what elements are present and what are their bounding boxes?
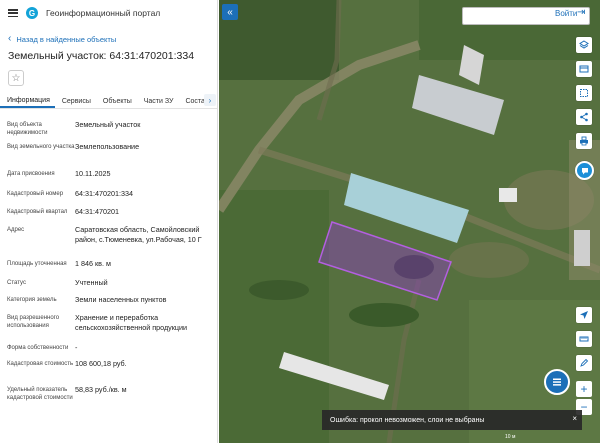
login-button[interactable]: Войти [555, 9, 577, 18]
chat-icon[interactable] [575, 161, 594, 180]
property-value: 108 600,18 руб. [75, 359, 127, 368]
property-label: Вид земельного участка [7, 144, 75, 150]
select-area-icon[interactable] [576, 85, 592, 101]
page-title: Земельный участок: 64:31:470201:334 [8, 50, 195, 62]
top-bar: G Геоинформационный портал [0, 0, 217, 26]
tab-objects[interactable]: Объекты [96, 98, 137, 108]
property-value: Землепользование [75, 142, 140, 151]
basemap-icon[interactable] [576, 61, 592, 77]
property-row: Категория земель Земли населенных пункто… [0, 293, 217, 311]
property-row: Дата присвоения 10.11.2025 [0, 167, 217, 187]
property-row: Вид разрешенного использования Хранение … [0, 311, 217, 341]
property-row: Вид объекта недвижимости Земельный участ… [0, 118, 217, 140]
login-arrow-icon: ⇥ [577, 7, 586, 18]
property-label: Удельный показатель кадастровой стоимост… [7, 387, 73, 401]
property-label: Кадастровая стоимость [7, 361, 74, 367]
property-label: Кадастровый номер [7, 191, 64, 197]
double-chevron-left-icon[interactable]: « [222, 4, 238, 20]
property-row: Удельный показатель кадастровой стоимост… [0, 383, 217, 413]
property-value: Саратовская область, Самойловский район,… [75, 225, 202, 244]
property-row: Форма собственности - [0, 341, 217, 357]
print-icon[interactable] [576, 133, 592, 149]
close-icon[interactable]: × [572, 414, 577, 423]
app-title: Геоинформационный портал [46, 8, 161, 18]
property-label: Вид объекта недвижимости [7, 122, 48, 136]
property-value: 1 846 кв. м [75, 259, 111, 268]
zoom-in-button[interactable]: + [576, 381, 592, 397]
property-row: Кадастровая стоимость 108 600,18 руб. [0, 357, 217, 383]
property-row: Вид земельного участка Землепользование [0, 140, 217, 167]
back-link-label: Назад в найденные объекты [16, 34, 117, 44]
property-value: 64:31:470201:334 [75, 189, 133, 198]
property-value: 10.11.2025 [75, 169, 111, 178]
property-label: Кадастровый квартал [7, 209, 68, 215]
property-label: Статус [7, 280, 26, 286]
property-row: Кадастровый номер 64:31:470201:334 [0, 187, 217, 205]
property-row: Статус Учтенный [0, 276, 217, 293]
favorite-star-icon[interactable]: ☆ [8, 70, 24, 86]
property-label: Вид разрешенного использования [7, 315, 60, 329]
property-value: Земельный участок [75, 120, 141, 129]
tabs-scroll-right-icon[interactable]: › [204, 94, 216, 106]
layers-icon[interactable] [576, 37, 592, 53]
back-link[interactable]: ‹ Назад в найденные объекты [0, 26, 217, 46]
measure-icon[interactable] [576, 331, 592, 347]
property-value: Учтенный [75, 278, 108, 287]
properties-list: Вид объекта недвижимости Земельный участ… [0, 118, 217, 413]
satellite-imagery [219, 0, 600, 443]
satellite-map[interactable] [219, 0, 600, 443]
property-label: Дата присвоения [7, 171, 55, 177]
chevron-left-icon: ‹ [8, 33, 12, 44]
share-icon[interactable] [576, 109, 592, 125]
property-value: 64:31:470201 [75, 207, 119, 216]
tab-bar: Информация Сервисы Объекты Части ЗУ Сост… [0, 93, 217, 109]
property-row: Адрес Саратовская область, Самойловский … [0, 223, 217, 257]
list-icon[interactable] [544, 369, 570, 395]
tab-info[interactable]: Информация [0, 97, 55, 108]
tab-services[interactable]: Сервисы [55, 98, 96, 108]
property-label: Площадь уточненная [7, 261, 67, 267]
property-value: - [75, 343, 78, 352]
property-row: Кадастровый квартал 64:31:470201 [0, 205, 217, 223]
locate-arrow-icon[interactable] [576, 307, 592, 323]
error-toast-message: Ошибка: прокол невозможен, слои не выбра… [330, 416, 485, 424]
property-value: Земли населенных пунктов [75, 295, 167, 304]
property-label: Адрес [7, 227, 25, 233]
property-row: Площадь уточненная 1 846 кв. м [0, 257, 217, 276]
info-panel: G Геоинформационный портал ‹ Назад в най… [0, 0, 218, 443]
error-toast: Ошибка: прокол невозможен, слои не выбра… [322, 410, 582, 430]
tab-parts[interactable]: Части ЗУ [137, 98, 179, 108]
property-value: Хранение и переработка сельскохозяйствен… [75, 313, 188, 332]
property-label: Форма собственности [7, 345, 69, 351]
property-label: Категория земель [7, 297, 57, 303]
draw-icon[interactable] [576, 355, 592, 371]
property-value: 58,83 руб./кв. м [75, 385, 127, 394]
hamburger-icon[interactable] [8, 9, 18, 17]
scale-bar: 10 м [505, 434, 516, 440]
portal-logo-icon: G [26, 7, 38, 19]
